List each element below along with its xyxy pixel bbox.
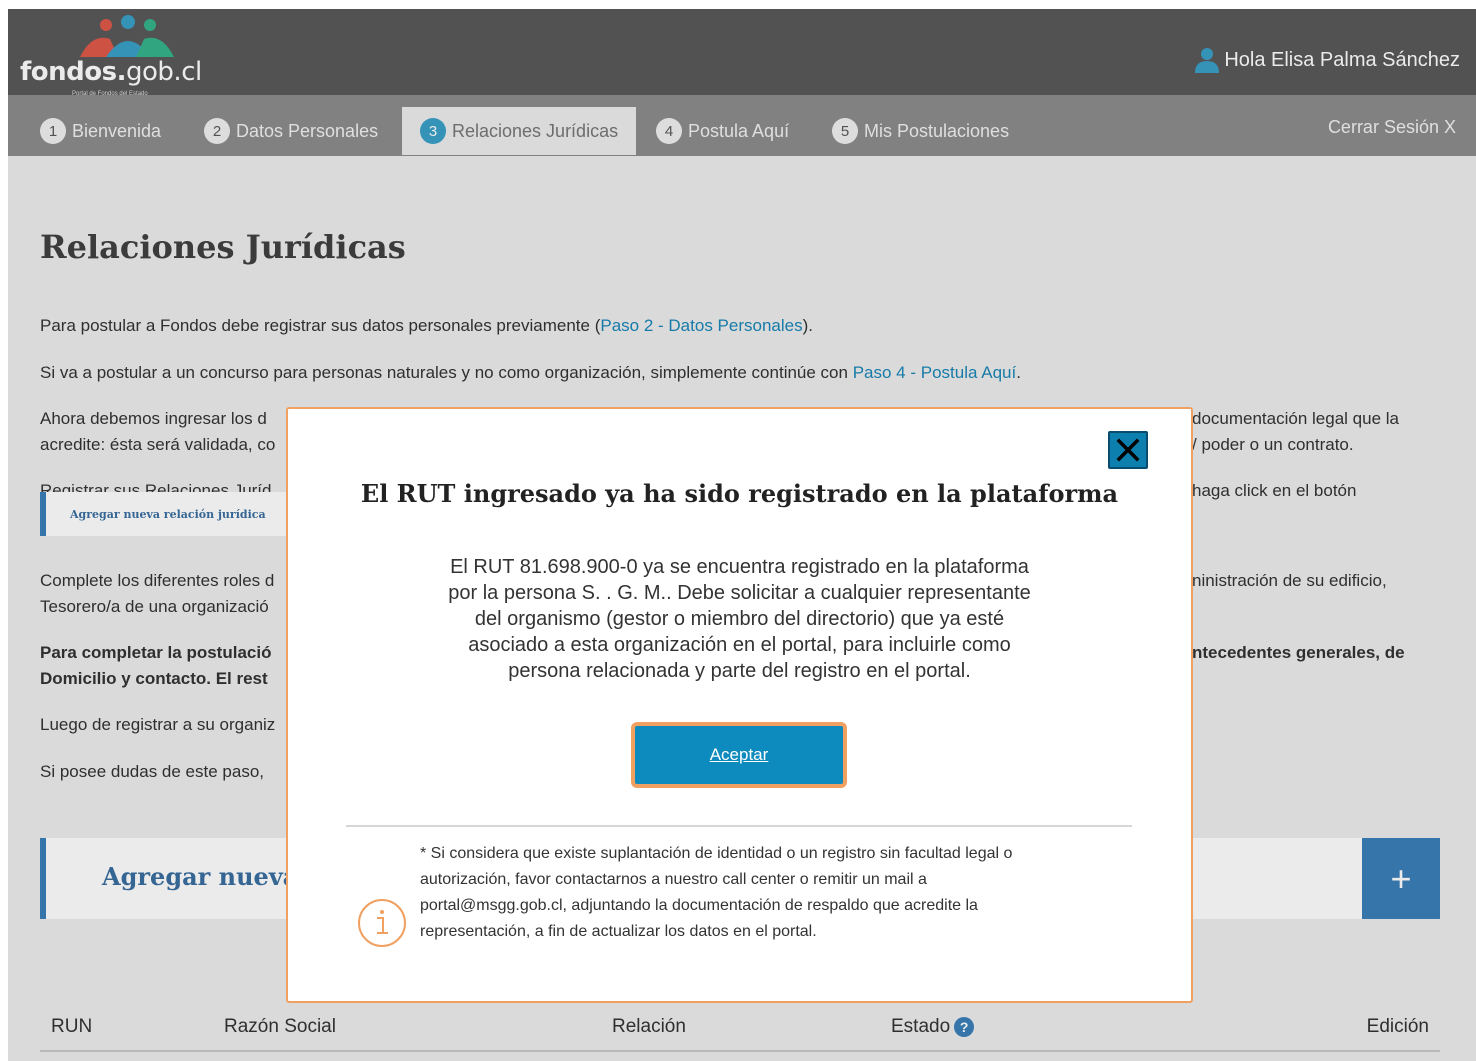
info-icon	[358, 899, 406, 947]
rut-registered-modal: El RUT ingresado ya ha sido registrado e…	[286, 407, 1193, 1003]
close-button[interactable]	[1108, 431, 1148, 469]
page: fondos.gob.cl Portal de Fondos del Estad…	[8, 9, 1476, 1061]
modal-note: * Si considera que existe suplantación d…	[420, 845, 1013, 940]
modal-title: El RUT ingresado ya ha sido registrado e…	[360, 479, 1119, 508]
modal-message: El RUT 81.698.900-0 ya se encuentra regi…	[448, 556, 1031, 682]
accept-button[interactable]: Aceptar	[631, 722, 847, 788]
modal-divider	[346, 825, 1132, 827]
close-icon	[1116, 438, 1140, 462]
